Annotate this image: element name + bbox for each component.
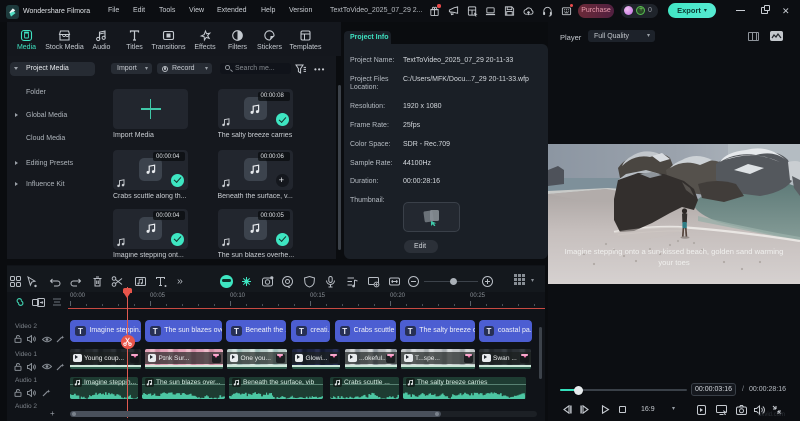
svg-text:your toes: your toes — [658, 258, 689, 267]
svg-text:Imagine stepping onto a sun-ki: Imagine stepping onto a sun-kissed beach… — [565, 247, 784, 256]
